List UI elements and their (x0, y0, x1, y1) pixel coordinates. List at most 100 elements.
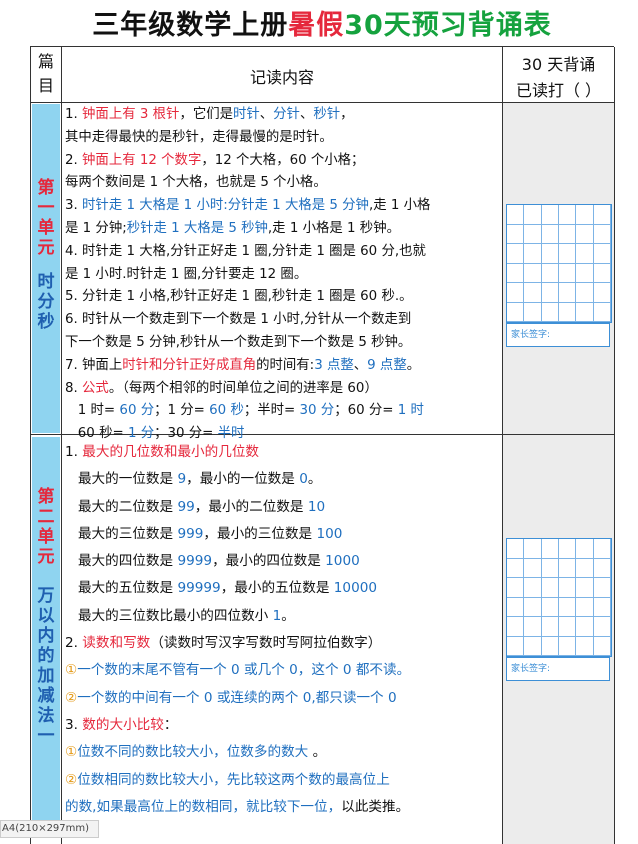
content-segment: 的时间有: (256, 357, 315, 373)
check-cell[interactable] (524, 244, 542, 264)
check-cell[interactable] (507, 224, 525, 244)
check-cell[interactable] (507, 244, 525, 264)
content-segment: 最大的二位数是 (65, 498, 178, 515)
check-cell[interactable] (576, 617, 594, 637)
check-cell[interactable] (576, 224, 594, 244)
content-line: 6. 时针从一个数走到下一个数是 1 小时,分针从一个数走到 (65, 309, 430, 332)
check-cell[interactable] (593, 597, 611, 617)
check-cell[interactable] (524, 617, 542, 637)
check-cell[interactable] (541, 302, 559, 322)
check-cell[interactable] (559, 578, 577, 598)
check-cell[interactable] (541, 636, 559, 656)
check-cell[interactable] (593, 578, 611, 598)
content-segment: ，最小的二位数是 (194, 498, 308, 515)
check-cell[interactable] (576, 263, 594, 283)
content-segment: ；1 分= (154, 403, 210, 419)
unit2-parent-sign[interactable]: 家长签字: (506, 657, 610, 681)
check-cell[interactable] (541, 224, 559, 244)
check-cell[interactable] (541, 578, 559, 598)
check-cell[interactable] (559, 244, 577, 264)
check-cell[interactable] (576, 578, 594, 598)
check-cell[interactable] (541, 244, 559, 264)
content-segment: ① (65, 662, 78, 679)
check-cell[interactable] (559, 636, 577, 656)
content-segment: 最大的五位数是 (65, 580, 178, 597)
check-cell[interactable] (576, 205, 594, 225)
check-cell[interactable] (593, 539, 611, 559)
title-part3: 30天预习背诵表 (344, 10, 552, 41)
check-cell[interactable] (507, 597, 525, 617)
check-cell[interactable] (524, 636, 542, 656)
content-line: 1. 最大的几位数和最小的几位数 (65, 439, 410, 466)
title-part2: 暑假 (288, 10, 345, 41)
check-cell[interactable] (541, 617, 559, 637)
content-segment: 时针走 1 大格是 1 小时:分针走 1 大格是 5 分钟 (82, 198, 369, 214)
content-segment: 读数和写数 (82, 635, 151, 652)
check-cell[interactable] (524, 205, 542, 225)
check-cell[interactable] (524, 539, 542, 559)
check-cell[interactable] (524, 597, 542, 617)
check-cell[interactable] (524, 283, 542, 303)
content-line: 最大的一位数是 9，最小的一位数是 0。 (65, 466, 410, 493)
check-cell[interactable] (593, 636, 611, 656)
check-cell[interactable] (576, 558, 594, 578)
check-cell[interactable] (541, 597, 559, 617)
check-cell[interactable] (541, 558, 559, 578)
check-cell[interactable] (559, 205, 577, 225)
check-cell[interactable] (507, 283, 525, 303)
paper-size-status: A4(210×297mm) (0, 820, 99, 838)
check-cell[interactable] (593, 302, 611, 322)
check-cell[interactable] (524, 302, 542, 322)
content-segment: 1 时= (65, 403, 120, 419)
check-cell[interactable] (593, 244, 611, 264)
check-cell[interactable] (507, 539, 525, 559)
check-cell[interactable] (559, 283, 577, 303)
content-segment: ，最小的一位数是 (186, 471, 300, 488)
content-segment: 下一个数是 5 分钟,秒针从一个数走到下一个数是 5 秒钟。 (65, 334, 412, 350)
check-cell[interactable] (576, 283, 594, 303)
check-cell[interactable] (559, 302, 577, 322)
unit1-check-grid[interactable] (506, 204, 612, 323)
check-cell[interactable] (507, 205, 525, 225)
check-cell[interactable] (507, 302, 525, 322)
check-cell[interactable] (593, 617, 611, 637)
check-cell[interactable] (593, 224, 611, 244)
check-cell[interactable] (524, 263, 542, 283)
content-segment: 时针和分针正好成直角 (122, 357, 257, 373)
content-line: 最大的五位数是 99999，最小的五位数是 10000 (65, 575, 410, 602)
check-cell[interactable] (559, 224, 577, 244)
unit2-check-grid[interactable] (506, 538, 612, 657)
check-cell[interactable] (524, 558, 542, 578)
check-cell[interactable] (559, 558, 577, 578)
check-cell[interactable] (524, 578, 542, 598)
content-segment: 9 点整 (367, 357, 407, 373)
check-cell[interactable] (541, 539, 559, 559)
check-cell[interactable] (507, 636, 525, 656)
unit1-parent-sign[interactable]: 家长签字: (506, 323, 610, 347)
check-cell[interactable] (593, 263, 611, 283)
content-segment: 钟面上有 12 个数字 (82, 152, 202, 168)
check-cell[interactable] (541, 263, 559, 283)
check-cell[interactable] (576, 302, 594, 322)
check-cell[interactable] (576, 244, 594, 264)
check-cell[interactable] (576, 597, 594, 617)
check-cell[interactable] (593, 205, 611, 225)
check-cell[interactable] (593, 558, 611, 578)
check-cell[interactable] (507, 558, 525, 578)
check-cell[interactable] (541, 205, 559, 225)
check-cell[interactable] (507, 617, 525, 637)
check-cell[interactable] (507, 578, 525, 598)
check-cell[interactable] (559, 539, 577, 559)
check-cell[interactable] (559, 617, 577, 637)
content-segment: 分针 (273, 107, 300, 122)
content-line: 最大的四位数是 9999，最小的四位数是 1000 (65, 548, 410, 575)
check-cell[interactable] (593, 283, 611, 303)
check-cell[interactable] (524, 224, 542, 244)
check-cell[interactable] (541, 283, 559, 303)
check-cell[interactable] (576, 636, 594, 656)
check-cell[interactable] (559, 263, 577, 283)
check-cell[interactable] (559, 597, 577, 617)
check-cell[interactable] (507, 263, 525, 283)
unit2-label-bottom: 万以内的加减法一 (34, 586, 58, 746)
check-cell[interactable] (576, 539, 594, 559)
